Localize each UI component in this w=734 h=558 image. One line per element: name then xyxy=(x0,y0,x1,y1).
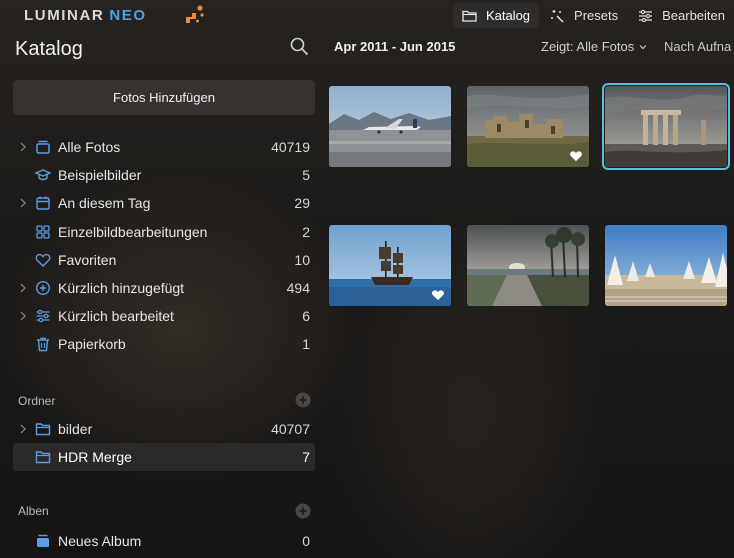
folder-icon xyxy=(462,10,477,22)
search-icon[interactable] xyxy=(290,37,309,56)
albums-section-header: Alben xyxy=(18,504,49,518)
folder-item-label: HDR Merge xyxy=(58,449,132,466)
sidebar-item-count: 1 xyxy=(302,336,310,353)
sidebar-item-count: 494 xyxy=(286,279,310,296)
folders-section-header: Ordner xyxy=(18,394,56,408)
graduation-cap-icon xyxy=(35,169,51,181)
nav-bearbeiten-label: Bearbeiten xyxy=(662,8,725,23)
logo-text: LUMINAR xyxy=(24,7,105,24)
chevron-right-icon[interactable] xyxy=(19,198,27,208)
album-item-neues-album[interactable]: Neues Album 0 xyxy=(13,527,315,555)
logo-suffix: NEO xyxy=(109,7,147,24)
filter-dropdown[interactable]: Zeigt: Alle Fotos xyxy=(541,39,647,54)
sidebar-item-einzelbildbearbeitungen[interactable]: Einzelbildbearbeitungen 2 xyxy=(13,218,315,246)
sidebar-item-label: Beispielbilder xyxy=(58,167,142,184)
favorite-heart-icon[interactable] xyxy=(569,150,583,162)
sidebar-item-an-diesem-tag[interactable]: An diesem Tag 29 xyxy=(13,189,315,217)
sidebar: Katalog Fotos Hinzufügen Alle Fotos 4071… xyxy=(0,31,322,558)
photo-thumbnail[interactable] xyxy=(329,86,451,167)
photo-thumbnail[interactable] xyxy=(602,83,730,170)
nav-presets[interactable]: Presets xyxy=(541,3,627,28)
album-item-count: 0 xyxy=(302,533,310,549)
folder-icon xyxy=(35,423,51,436)
sidebar-item-count: 2 xyxy=(302,223,310,240)
photo-thumbnail[interactable] xyxy=(467,225,589,306)
folder-item-count: 7 xyxy=(302,449,310,466)
sidebar-item-favoriten[interactable]: Favoriten 10 xyxy=(13,246,315,274)
sidebar-item-count: 29 xyxy=(294,195,310,212)
grid-icon xyxy=(36,224,50,239)
top-bar: LUMINAR NEO Katalog Presets Bearbeiten xyxy=(0,0,734,31)
trash-icon xyxy=(37,337,49,352)
chevron-right-icon[interactable] xyxy=(19,142,27,152)
add-folder-icon[interactable] xyxy=(295,392,311,408)
folder-item-label: bilder xyxy=(58,421,93,437)
sidebar-title: Katalog xyxy=(15,38,83,60)
sort-dropdown[interactable]: Nach Aufna xyxy=(664,39,731,54)
chevron-right-icon[interactable] xyxy=(19,311,27,321)
calendar-icon xyxy=(36,196,50,211)
sidebar-item-kuerzlich-hinzugefuegt[interactable]: Kürzlich hinzugefügt 494 xyxy=(13,274,315,302)
chevron-down-icon xyxy=(639,44,647,49)
filter-label: Zeigt: Alle Fotos xyxy=(541,39,635,54)
photo-temple xyxy=(605,86,727,167)
sidebar-item-papierkorb[interactable]: Papierkorb 1 xyxy=(13,330,315,358)
nav-katalog[interactable]: Katalog xyxy=(452,3,540,28)
photo-promenade xyxy=(467,225,589,306)
sliders-icon xyxy=(36,309,50,323)
photo-airplane xyxy=(329,86,451,167)
sidebar-item-count: 5 xyxy=(302,167,310,184)
heart-icon xyxy=(35,253,51,267)
magic-wand-icon xyxy=(551,9,564,23)
album-item-label: Neues Album xyxy=(58,533,142,549)
nav-katalog-label: Katalog xyxy=(485,8,531,23)
nav-bearbeiten[interactable]: Bearbeiten xyxy=(629,3,734,28)
sidebar-item-label: Alle Fotos xyxy=(58,139,121,155)
sidebar-item-label: Favoriten xyxy=(58,251,117,268)
sidebar-item-label: Papierkorb xyxy=(58,336,126,353)
albums-list: Neues Album 0 xyxy=(13,527,315,555)
folder-item-count: 40707 xyxy=(271,421,310,437)
album-icon xyxy=(37,534,49,547)
sidebar-item-kuerzlich-bearbeitet[interactable]: Kürzlich bearbeitet 6 xyxy=(13,302,315,330)
folder-item-bilder[interactable]: bilder 40707 xyxy=(13,415,315,443)
sidebar-item-label: Einzelbildbearbeitungen xyxy=(58,223,208,240)
photo-thumbnail[interactable] xyxy=(329,225,451,306)
folder-item-hdr-merge[interactable]: HDR Merge 7 xyxy=(13,443,315,472)
chevron-right-icon[interactable] xyxy=(19,283,27,293)
chevron-right-icon[interactable] xyxy=(19,424,27,434)
plus-circle-icon xyxy=(35,280,51,295)
photo-thumbnail[interactable] xyxy=(467,86,589,167)
date-range: Apr 2011 - Jun 2015 xyxy=(334,39,456,54)
stack-icon xyxy=(36,140,50,154)
photo-thumbnail[interactable] xyxy=(605,225,727,306)
sidebar-item-alle-fotos[interactable]: Alle Fotos 40719 xyxy=(13,133,315,161)
photo-browser: Apr 2011 - Jun 2015 Zeigt: Alle Fotos Na… xyxy=(322,31,734,558)
catalog-list: Alle Fotos 40719 Beispielbilder 5 An die… xyxy=(13,133,315,359)
sidebar-item-beispielbilder[interactable]: Beispielbilder 5 xyxy=(13,161,315,189)
logo-mark-icon xyxy=(186,5,204,23)
sidebar-item-count: 40719 xyxy=(271,139,310,155)
photo-beach-umbrellas xyxy=(605,225,727,306)
sliders-icon xyxy=(639,9,653,22)
folder-icon xyxy=(35,451,51,464)
sidebar-item-label: Kürzlich bearbeitet xyxy=(58,308,174,325)
folders-list: bilder 40707 HDR Merge 7 xyxy=(13,415,315,472)
sidebar-item-count: 10 xyxy=(294,251,310,268)
add-photos-button[interactable]: Fotos Hinzufügen xyxy=(13,80,315,115)
sidebar-item-label: An diesem Tag xyxy=(58,195,151,212)
sidebar-item-count: 6 xyxy=(302,308,310,325)
top-nav: Katalog Presets Bearbeiten xyxy=(451,3,734,28)
nav-presets-label: Presets xyxy=(574,8,619,23)
add-album-icon[interactable] xyxy=(295,503,311,519)
app-logo: LUMINAR NEO xyxy=(24,7,147,24)
sidebar-item-label: Kürzlich hinzugefügt xyxy=(58,279,185,296)
favorite-heart-icon[interactable] xyxy=(431,289,445,301)
